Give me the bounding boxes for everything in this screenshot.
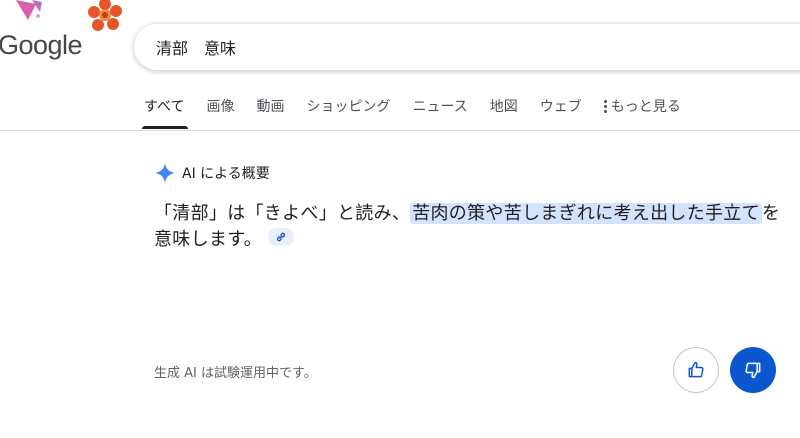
tab-label: すべて [144,99,185,115]
sparkle-icon [154,162,176,184]
tabs-divider [0,130,800,131]
tab-images[interactable]: 画像 [206,96,234,129]
flower-doodle-icon [88,0,122,31]
more-vert-icon [603,100,607,113]
ai-overview-title: AI による概要 [182,166,270,182]
search-input[interactable] [154,36,758,58]
tab-news[interactable]: ニュース [412,96,467,129]
answer-highlight: 苦肉の策や苦しまぎれに考え出した手立て [410,203,762,224]
tab-label: 動画 [256,99,285,115]
answer-text: 「清部」は「きよべ」と読み、 [154,203,411,224]
tab-web[interactable]: ウェブ [540,96,582,129]
link-icon [276,232,286,242]
source-link-chip[interactable] [268,228,294,246]
ai-overview-header: AI による概要 [154,162,270,184]
logo-text: Google [0,30,83,60]
tab-more[interactable]: もっと見る [603,96,681,129]
tab-label: ニュース [412,99,468,115]
tab-shopping[interactable]: ショッピング [306,96,390,129]
search-box[interactable] [134,24,800,70]
ai-overview-text: 「清部」は「きよべ」と読み、 苦肉の策や苦しまぎれに考え出した手立て を意味します。 [154,201,794,253]
tab-label: ウェブ [539,99,582,115]
tab-all[interactable]: すべて [141,96,189,129]
thumbs-down-button[interactable] [730,347,776,393]
thumbs-down-icon [745,362,761,379]
google-logo[interactable]: Google [0,0,122,70]
thumbs-up-icon [688,361,704,378]
tab-videos[interactable]: 動画 [256,96,284,129]
tab-maps[interactable]: 地図 [490,96,518,129]
ai-disclaimer: 生成 AI は試験運用中です。 [154,366,317,381]
tab-label: ショッピング [306,99,391,115]
thumbs-up-button[interactable] [673,347,719,393]
party-cone-icon [16,0,42,20]
search-tabs: すべて 画像 動画 ショッピング ニュース 地図 ウェブ もっと見る [141,96,703,130]
tab-label: 画像 [206,99,235,115]
tab-label: 地図 [489,99,518,115]
tab-label: もっと見る [610,99,681,115]
